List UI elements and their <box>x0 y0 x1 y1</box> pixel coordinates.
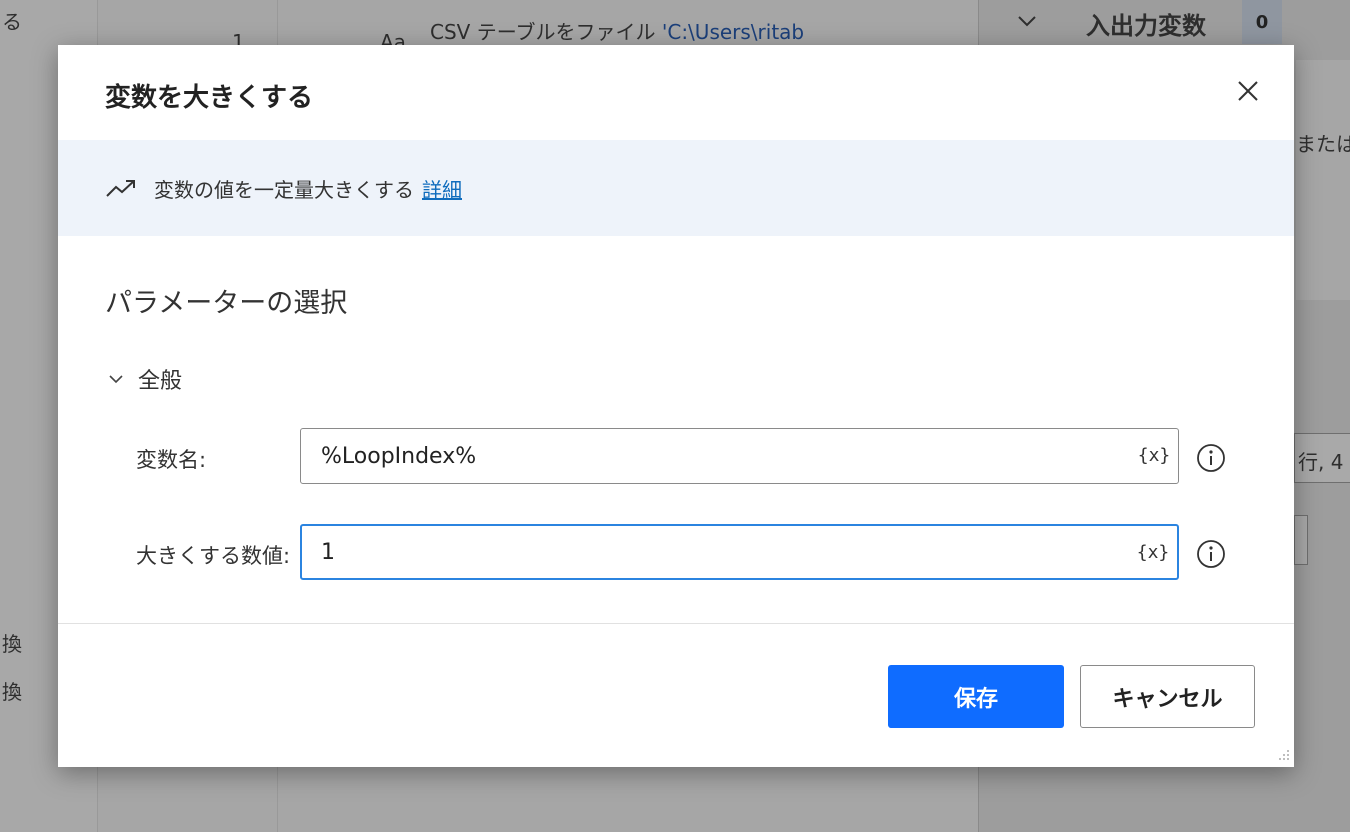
increase-amount-input[interactable]: 1 {x} <box>300 524 1179 580</box>
bg-left-fragment-2: 換 <box>2 680 22 704</box>
details-link[interactable]: 詳細 <box>422 174 462 203</box>
banner-text: 変数の値を一定量大きくする <box>154 177 414 202</box>
save-button[interactable]: 保存 <box>888 665 1064 728</box>
background-right-panel-inner <box>1296 60 1350 300</box>
info-icon[interactable] <box>1196 539 1226 569</box>
close-button[interactable] <box>1232 75 1264 107</box>
insert-variable-button[interactable]: {x} <box>1136 437 1172 473</box>
bg-top-left-fragment: る <box>2 10 22 34</box>
close-icon <box>1238 81 1258 101</box>
trending-up-icon <box>106 180 135 197</box>
general-group-label: 全般 <box>138 369 183 394</box>
variable-name-label: 変数名: <box>136 448 207 472</box>
increase-amount-label: 大きくする数値: <box>136 544 291 568</box>
cancel-button[interactable]: キャンセル <box>1080 665 1255 728</box>
bg-panel-title: 入出力変数 <box>1086 12 1206 40</box>
insert-variable-button[interactable]: {x} <box>1135 534 1171 570</box>
chevron-down-icon[interactable] <box>1016 10 1038 32</box>
bg-panel-count-badge: 0 <box>1242 0 1282 44</box>
increase-variable-dialog: 変数を大きくする 変数の値を一定量大きくする 詳細 パラメーターの選択 全般 変… <box>58 45 1294 767</box>
bg-panel-text-fragment: または <box>1296 132 1350 156</box>
info-icon[interactable] <box>1196 443 1226 473</box>
variable-name-input[interactable]: %LoopIndex% {x} <box>300 428 1179 484</box>
description-banner: 変数の値を一定量大きくする 詳細 <box>58 140 1294 236</box>
increase-amount-value: 1 <box>321 539 335 565</box>
bg-action-description: CSV テーブルをファイル 'C:\Users\ritab <box>430 20 805 44</box>
chevron-down-icon <box>109 375 123 384</box>
parameters-section-title: パラメーターの選択 <box>105 288 348 319</box>
bg-left-fragment-1: 換 <box>2 632 22 656</box>
general-group-toggle[interactable]: 全般 <box>108 363 182 395</box>
bg-panel-button <box>1294 515 1308 565</box>
footer-divider <box>58 623 1294 624</box>
dialog-title: 変数を大きくする <box>105 83 314 113</box>
bg-panel-row-fragment: 行, 4 <box>1298 450 1344 474</box>
resize-grip-icon[interactable] <box>1274 747 1290 763</box>
variable-name-value: %LoopIndex% <box>321 443 477 469</box>
